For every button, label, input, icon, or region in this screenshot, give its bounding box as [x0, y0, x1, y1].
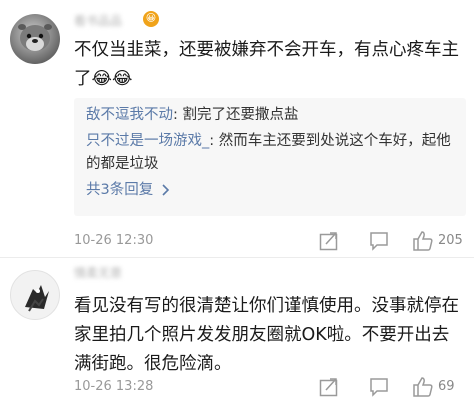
share-button[interactable]: [318, 230, 340, 254]
comment-footer: 10-26 12:30 205: [74, 230, 466, 254]
more-replies-label: 共3条回复: [86, 182, 154, 198]
like-button[interactable]: 69: [412, 376, 472, 400]
comment-text: 不仅当韭菜，还要被嫌弃不会开车，有点心疼车主了😂😂: [74, 40, 459, 89]
like-count: 205: [438, 233, 463, 248]
username[interactable]: 看书品品: [74, 12, 122, 30]
comment-footer: 10-26 13:28 69: [74, 376, 466, 400]
reply-item[interactable]: 只不过是一场游戏_: 然而车主还要到处说这个车好，起他的都是垃圾: [86, 130, 454, 176]
share-button[interactable]: [318, 376, 340, 400]
member-badge-icon: 😀: [143, 11, 159, 27]
reply-text: 割完了还要撒点盐: [182, 107, 299, 123]
comment-item: 情柔无意 看见没有写的很清楚让你们谨慎使用。没事就停在家里拍几个照片发发朋友圈就…: [0, 258, 474, 410]
comment-time: 10-26 13:28: [74, 379, 154, 394]
like-count: 69: [438, 379, 455, 394]
reply-separator: :: [209, 133, 219, 149]
chevron-right-icon: [162, 184, 169, 196]
reply-username[interactable]: 只不过是一场游戏_: [86, 133, 209, 149]
reply-item[interactable]: 敌不逗我不动: 割完了还要撒点盐: [86, 104, 454, 127]
comment-item: 看书品品 😀 不仅当韭菜，还要被嫌弃不会开车，有点心疼车主了😂😂 敌不逗我不动:…: [0, 0, 474, 258]
comment-time: 10-26 12:30: [74, 233, 154, 248]
reply-username[interactable]: 敌不逗我不动: [86, 107, 173, 123]
thumbs-up-icon: [413, 377, 433, 397]
comment-text: 看见没有写的很清楚让你们谨慎使用。没事就停在家里拍几个照片发发朋友圈就OK啦。不…: [74, 296, 459, 374]
comment-icon: [370, 378, 388, 397]
avatar[interactable]: [10, 14, 60, 64]
reply-button[interactable]: [368, 230, 390, 254]
ink-sketch-avatar-icon: [25, 285, 49, 312]
reply-box[interactable]: 敌不逗我不动: 割完了还要撒点盐 只不过是一场游戏_: 然而车主还要到处说这个车…: [74, 98, 466, 216]
reply-button[interactable]: [368, 376, 390, 400]
otter-avatar-icon: [18, 24, 52, 51]
avatar[interactable]: [10, 270, 60, 320]
view-all-replies-link[interactable]: 共3条回复: [86, 179, 454, 202]
comment-icon: [370, 232, 388, 251]
like-button[interactable]: 205: [412, 230, 472, 254]
thumbs-up-icon: [413, 231, 433, 251]
share-icon: [319, 232, 338, 251]
reply-separator: :: [173, 107, 183, 123]
username[interactable]: 情柔无意: [74, 264, 122, 282]
share-icon: [319, 378, 338, 397]
